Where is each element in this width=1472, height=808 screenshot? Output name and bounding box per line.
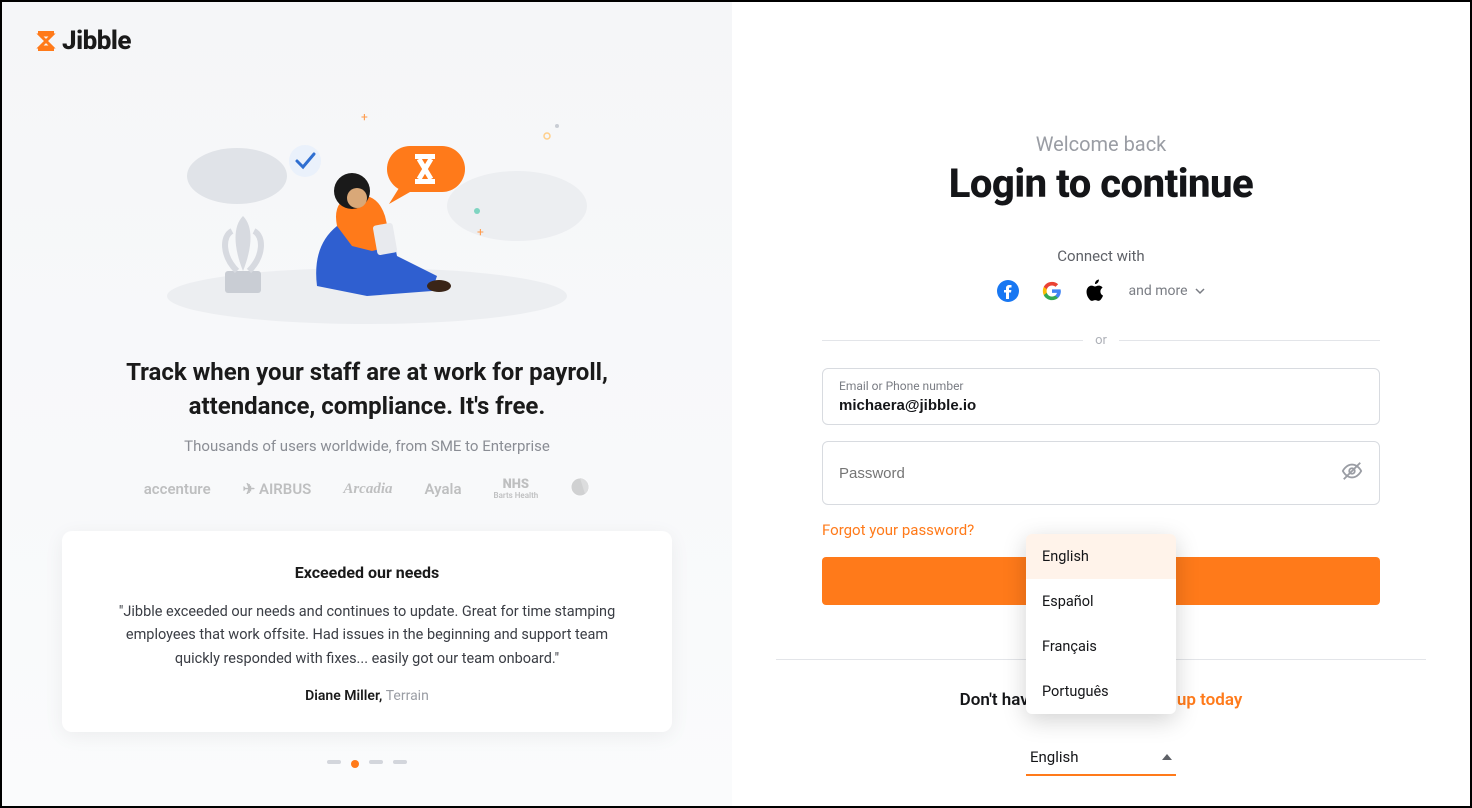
brand-name: Jibble [62, 26, 131, 56]
password-input[interactable] [839, 465, 1341, 482]
connect-label: Connect with [1057, 247, 1144, 265]
carousel-dots[interactable] [62, 760, 672, 768]
client-logo: accenture [144, 480, 211, 498]
language-selected: English [1030, 748, 1079, 766]
language-option[interactable]: Português [1026, 669, 1176, 714]
language-option[interactable]: Français [1026, 624, 1176, 669]
svg-text:+: + [477, 225, 484, 239]
more-providers[interactable]: and more [1128, 283, 1205, 299]
hero-illustration: + + [137, 96, 597, 326]
testimonial-card: Exceeded our needs "Jibble exceeded our … [62, 531, 672, 732]
login-panel: Welcome back Login to continue Connect w… [732, 2, 1470, 806]
headline: Track when your staff are at work for pa… [62, 356, 672, 423]
caret-up-icon [1162, 754, 1172, 760]
carousel-dot[interactable] [393, 760, 407, 764]
google-icon[interactable] [1040, 279, 1064, 303]
client-logo: Ayala [425, 480, 462, 498]
client-logo: ✈ AIRBUS [243, 480, 312, 498]
svg-text:+: + [361, 110, 368, 124]
facebook-icon[interactable] [996, 279, 1020, 303]
client-logo [570, 477, 590, 501]
language-option[interactable]: Español [1026, 579, 1176, 624]
client-logo: Arcadia [343, 481, 392, 498]
welcome-text: Welcome back [1036, 132, 1167, 156]
login-title: Login to continue [949, 160, 1254, 207]
chevron-down-icon [1194, 285, 1206, 297]
client-logo: NHSBarts Health [494, 478, 539, 501]
or-divider: or [822, 333, 1380, 348]
client-logos: accenture ✈ AIRBUS Arcadia Ayala NHSBart… [62, 477, 672, 501]
hourglass-icon [34, 29, 58, 53]
brand-logo: Jibble [34, 26, 672, 56]
language-popup: English Español Français Português [1026, 534, 1176, 714]
email-label: Email or Phone number [839, 379, 1363, 393]
eye-off-icon[interactable] [1341, 460, 1363, 486]
email-input[interactable] [839, 397, 1363, 414]
carousel-dot[interactable] [351, 760, 359, 768]
password-field[interactable] [822, 441, 1380, 505]
email-field[interactable]: Email or Phone number [822, 368, 1380, 425]
testimonial-title: Exceeded our needs [112, 563, 622, 582]
social-login-row: and more [996, 279, 1205, 303]
marketing-panel: Jibble [2, 2, 732, 806]
subheadline: Thousands of users worldwide, from SME t… [62, 437, 672, 455]
language-option[interactable]: English [1026, 534, 1176, 579]
testimonial-body: "Jibble exceeded our needs and continues… [112, 600, 622, 670]
testimonial-author: Diane Miller, Terrain [112, 688, 622, 704]
apple-icon[interactable] [1084, 279, 1108, 303]
language-select[interactable]: English [1026, 740, 1176, 776]
carousel-dot[interactable] [327, 760, 341, 764]
carousel-dot[interactable] [369, 760, 383, 764]
